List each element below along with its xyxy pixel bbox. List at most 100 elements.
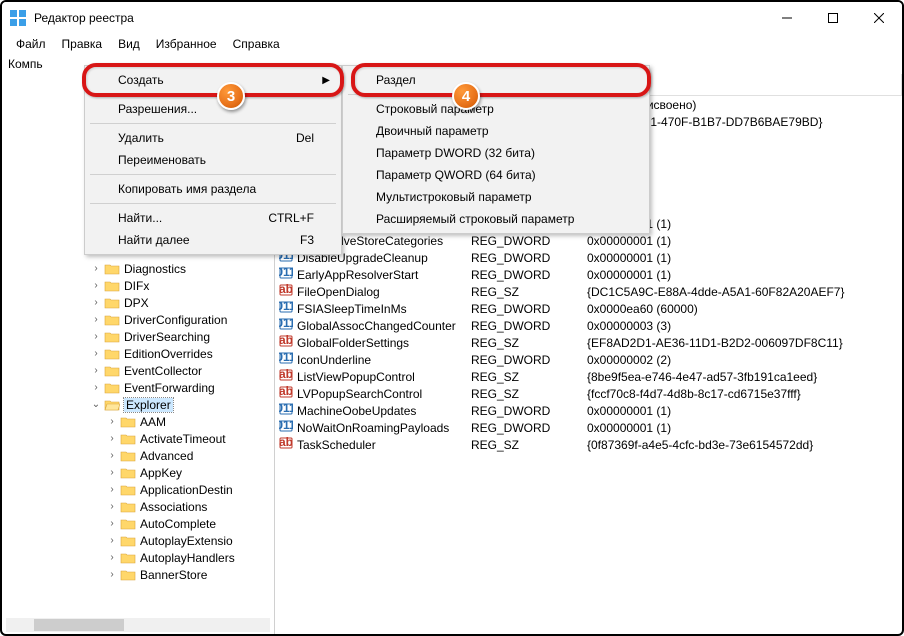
chevron-right-icon[interactable]: › — [88, 280, 104, 291]
menu-item[interactable]: Переименовать — [88, 149, 338, 171]
value-row[interactable]: 011MachineOobeUpdatesREG_DWORD0x00000001… — [275, 402, 902, 419]
tree-item[interactable]: ›DriverSearching — [2, 328, 274, 345]
value-row[interactable]: 011EarlyAppResolverStartREG_DWORD0x00000… — [275, 266, 902, 283]
chevron-right-icon[interactable]: › — [88, 382, 104, 393]
chevron-right-icon[interactable]: › — [88, 263, 104, 274]
tree-label: Associations — [140, 500, 207, 514]
chevron-right-icon[interactable]: › — [88, 314, 104, 325]
menu-item[interactable]: Параметр DWORD (32 бита) — [346, 142, 646, 164]
tree-item[interactable]: ›AppKey — [2, 464, 274, 481]
value-data: {fccf70c8-f4d7-4d8b-8c17-cd6715e37fff} — [587, 387, 801, 401]
address-text: Компь — [8, 57, 43, 71]
value-name: FSIASleepTimeInMs — [297, 302, 407, 316]
tree-item[interactable]: ›DriverConfiguration — [2, 311, 274, 328]
tree-hscrollbar[interactable] — [6, 618, 270, 632]
chevron-right-icon[interactable]: › — [104, 433, 120, 444]
maximize-button[interactable] — [810, 2, 856, 34]
value-name: LVPopupSearchControl — [297, 387, 422, 401]
folder-icon — [120, 483, 136, 497]
close-button[interactable] — [856, 2, 902, 34]
chevron-right-icon[interactable]: › — [88, 297, 104, 308]
folder-icon — [104, 262, 120, 276]
chevron-right-icon[interactable]: › — [104, 569, 120, 580]
value-row[interactable]: 011bleResolveStoreCategoriesREG_DWORD0x0… — [275, 232, 902, 249]
svg-text:011: 011 — [279, 419, 293, 432]
menu-Правка[interactable]: Правка — [54, 35, 111, 53]
menu-item-label: Мультистроковый параметр — [376, 190, 532, 204]
value-row[interactable]: 011IconUnderlineREG_DWORD0x00000002 (2) — [275, 351, 902, 368]
svg-text:011: 011 — [279, 402, 293, 415]
tree-item[interactable]: ›EventForwarding — [2, 379, 274, 396]
svg-text:ab: ab — [279, 436, 293, 449]
value-row[interactable]: abListViewPopupControlREG_SZ{8be9f5ea-e7… — [275, 368, 902, 385]
chevron-down-icon[interactable]: ⌄ — [88, 399, 104, 410]
value-row[interactable]: 011NoWaitOnRoamingPayloadsREG_DWORD0x000… — [275, 419, 902, 436]
menu-item[interactable]: Разрешения... — [88, 98, 338, 120]
chevron-right-icon[interactable]: › — [104, 518, 120, 529]
value-type: REG_DWORD — [471, 421, 583, 435]
menu-item[interactable]: Параметр QWORD (64 бита) — [346, 164, 646, 186]
menu-item[interactable]: Раздел — [346, 69, 646, 91]
value-row[interactable]: 011DisableUpgradeCleanupREG_DWORD0x00000… — [275, 249, 902, 266]
menu-item[interactable]: Мультистроковый параметр — [346, 186, 646, 208]
menu-item[interactable]: УдалитьDel — [88, 127, 338, 149]
folder-icon — [120, 568, 136, 582]
chevron-right-icon[interactable]: › — [104, 467, 120, 478]
value-row[interactable]: 011GlobalAssocChangedCounterREG_DWORD0x0… — [275, 317, 902, 334]
tree-item[interactable]: ›ActivateTimeout — [2, 430, 274, 447]
chevron-right-icon[interactable]: › — [104, 535, 120, 546]
value-icon: 011 — [279, 266, 293, 283]
value-row[interactable]: abFileOpenDialogREG_SZ{DC1C5A9C-E88A-4dd… — [275, 283, 902, 300]
menu-item-label: Параметр DWORD (32 бита) — [376, 146, 535, 160]
tree-item[interactable]: ⌄Explorer — [2, 396, 274, 413]
chevron-right-icon[interactable]: › — [88, 331, 104, 342]
menu-Вид[interactable]: Вид — [110, 35, 148, 53]
menu-Файл[interactable]: Файл — [8, 35, 54, 53]
chevron-right-icon[interactable]: › — [104, 416, 120, 427]
menu-item[interactable]: Строковый параметр — [346, 98, 646, 120]
folder-icon — [104, 313, 120, 327]
menu-item[interactable]: Копировать имя раздела — [88, 178, 338, 200]
menu-item-label: Переименовать — [118, 153, 206, 167]
chevron-right-icon[interactable]: › — [88, 365, 104, 376]
tree-item[interactable]: ›AutoplayHandlers — [2, 549, 274, 566]
value-row[interactable]: abLVPopupSearchControlREG_SZ{fccf70c8-f4… — [275, 385, 902, 402]
chevron-right-icon[interactable]: › — [104, 552, 120, 563]
value-row[interactable]: 011FSIASleepTimeInMsREG_DWORD0x0000ea60 … — [275, 300, 902, 317]
menu-separator — [348, 94, 644, 95]
menu-item-label: Расширяемый строковый параметр — [376, 212, 574, 226]
tree-item[interactable]: ›BannerStore — [2, 566, 274, 583]
tree-item[interactable]: ›EventCollector — [2, 362, 274, 379]
chevron-right-icon[interactable]: › — [88, 348, 104, 359]
value-name: GlobalAssocChangedCounter — [297, 319, 456, 333]
folder-icon — [120, 500, 136, 514]
value-type: REG_SZ — [471, 370, 583, 384]
menu-item-label: Строковый параметр — [376, 102, 494, 116]
menu-item[interactable]: Расширяемый строковый параметр — [346, 208, 646, 230]
value-row[interactable]: abGlobalFolderSettingsREG_SZ{EF8AD2D1-AE… — [275, 334, 902, 351]
tree-item[interactable]: ›Diagnostics — [2, 260, 274, 277]
chevron-right-icon[interactable]: › — [104, 450, 120, 461]
tree-item[interactable]: ›DIFx — [2, 277, 274, 294]
tree-item[interactable]: ›Advanced — [2, 447, 274, 464]
menu-item[interactable]: Создать▶ — [88, 69, 338, 91]
svg-text:011: 011 — [279, 317, 293, 330]
menu-item[interactable]: Найти далееF3 — [88, 229, 338, 251]
tree-item[interactable]: › Associations — [2, 498, 274, 515]
minimize-button[interactable] — [764, 2, 810, 34]
value-row[interactable]: abTaskSchedulerREG_SZ{0f87369f-a4e5-4cfc… — [275, 436, 902, 453]
chevron-right-icon[interactable]: › — [104, 484, 120, 495]
tree-item[interactable]: ›EditionOverrides — [2, 345, 274, 362]
tree-item[interactable]: ›ApplicationDestin — [2, 481, 274, 498]
tree-item[interactable]: ›DPX — [2, 294, 274, 311]
chevron-right-icon[interactable]: › — [104, 501, 120, 512]
menu-Избранное[interactable]: Избранное — [148, 35, 225, 53]
menu-Справка[interactable]: Справка — [225, 35, 288, 53]
menu-item[interactable]: Двоичный параметр — [346, 120, 646, 142]
tree-item[interactable]: ›AAM — [2, 413, 274, 430]
menu-shortcut: Del — [296, 131, 314, 145]
tree-item[interactable]: ›AutoComplete — [2, 515, 274, 532]
tree-item[interactable]: ›AutoplayExtensio — [2, 532, 274, 549]
value-type: REG_SZ — [471, 438, 583, 452]
menu-item[interactable]: Найти...CTRL+F — [88, 207, 338, 229]
